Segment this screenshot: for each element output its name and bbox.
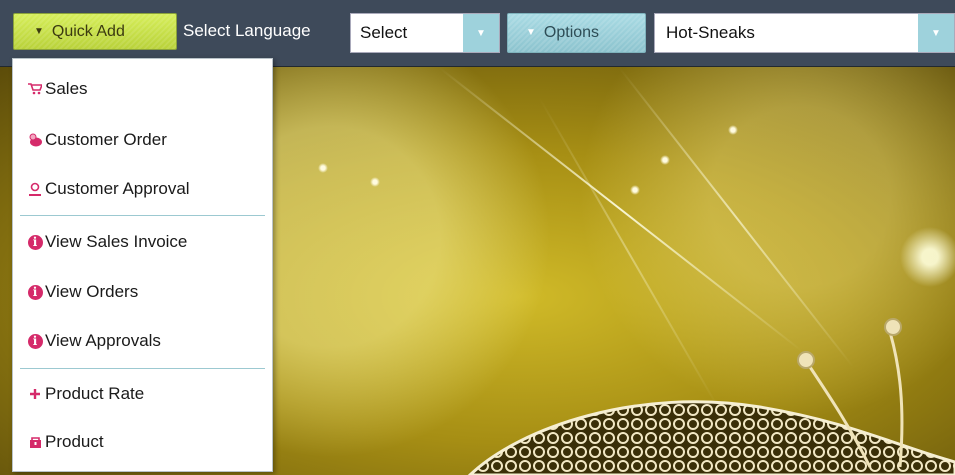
info-icon: i: [27, 333, 43, 349]
chevron-down-icon: ▼: [34, 25, 44, 37]
menu-item-label: Customer Order: [45, 130, 167, 149]
menu-item-customer-approval[interactable]: Customer Approval: [13, 174, 272, 204]
quick-add-label: Quick Add: [51, 22, 125, 40]
menu-item-sales[interactable]: Sales: [13, 74, 272, 104]
select-language-label: Select Language: [183, 21, 311, 40]
product-icon: [27, 434, 43, 450]
menu-item-label: Product Rate: [45, 384, 145, 403]
menu-item-product-rate[interactable]: Product Rate: [13, 379, 272, 409]
language-select-value: Select: [360, 23, 408, 42]
menu-item-label: View Orders: [45, 282, 139, 301]
info-icon: i: [27, 234, 43, 250]
menu-item-label: View Sales Invoice: [45, 232, 188, 251]
menu-item-view-approvals[interactable]: i View Approvals: [13, 326, 272, 356]
chevron-down-icon[interactable]: ▼: [918, 14, 954, 52]
plus-icon: [27, 386, 43, 402]
menu-item-product[interactable]: Product: [13, 427, 272, 457]
quick-add-menu: Sales Customer Order Customer Approval i…: [12, 58, 273, 472]
menu-separator: [20, 215, 265, 216]
menu-separator: [20, 368, 265, 369]
chevron-down-icon[interactable]: ▼: [463, 14, 499, 52]
options-button[interactable]: ▼ Options: [507, 13, 646, 53]
chevron-down-icon: ▼: [526, 27, 536, 38]
menu-item-label: Product: [45, 432, 104, 451]
store-select-value: Hot-Sneaks: [666, 23, 755, 42]
info-icon: i: [27, 284, 43, 300]
menu-item-label: Sales: [45, 79, 88, 98]
user-approval-icon: [27, 181, 43, 197]
options-label: Options: [543, 24, 600, 41]
language-select[interactable]: Select ▼: [350, 13, 500, 53]
quick-add-button[interactable]: ▼ Quick Add: [13, 13, 177, 50]
menu-item-customer-order[interactable]: Customer Order: [13, 125, 272, 155]
top-toolbar: ▼ Quick Add Select Language Select ▼ ▼ O…: [0, 0, 955, 67]
store-select[interactable]: Hot-Sneaks ▼: [654, 13, 955, 53]
cart-icon: [27, 81, 43, 97]
menu-item-label: Customer Approval: [45, 179, 190, 198]
menu-item-view-sales-invoice[interactable]: i View Sales Invoice: [13, 227, 272, 257]
menu-item-label: View Approvals: [45, 331, 161, 350]
menu-item-view-orders[interactable]: i View Orders: [13, 277, 272, 307]
order-icon: [27, 132, 43, 148]
